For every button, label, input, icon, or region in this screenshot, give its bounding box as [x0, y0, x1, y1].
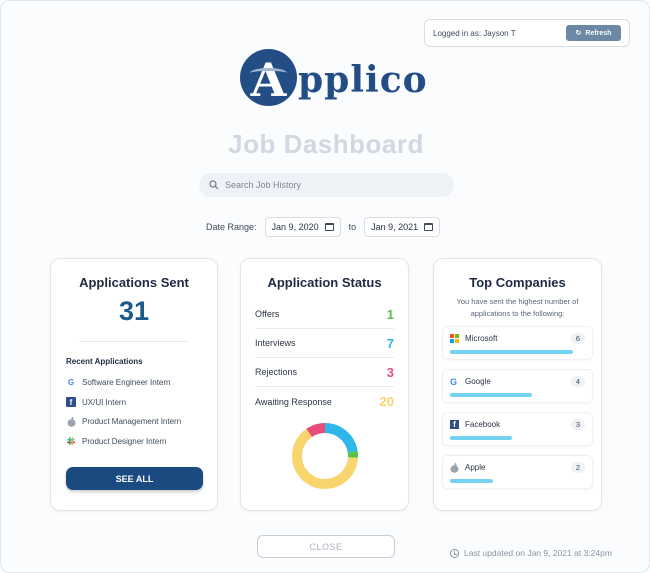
card-title: Applications Sent: [79, 275, 189, 290]
company-name: Facebook: [465, 420, 501, 429]
apple-icon: [450, 462, 459, 473]
facebook-icon: f: [66, 397, 76, 408]
date-range: Date Range: Jan 9, 2020 to Jan 9, 2021: [206, 217, 441, 237]
refresh-label: Refresh: [585, 29, 612, 37]
dashboard-window: Logged in as: Jayson T ↻ Refresh A pplic…: [0, 0, 650, 573]
close-button[interactable]: CLOSE: [257, 535, 395, 558]
status-row-offers: Offers 1: [255, 300, 394, 329]
date-range-label: Date Range:: [206, 222, 257, 232]
company-row-apple[interactable]: Apple 2: [442, 455, 593, 489]
last-updated: Last updated on Jan 9, 2021 at 3:24pm: [450, 548, 612, 558]
status-label: Offers: [255, 309, 280, 319]
status-row-rejections: Rejections 3: [255, 358, 394, 387]
card-title: Top Companies: [469, 275, 566, 290]
calendar-icon: [424, 223, 434, 231]
google-icon: G: [450, 376, 458, 387]
facebook-icon: f: [450, 420, 459, 429]
microsoft-icon: [450, 334, 459, 343]
card-title: Application Status: [267, 275, 382, 290]
slack-icon: [66, 436, 76, 446]
search-icon: [209, 180, 219, 190]
list-item[interactable]: f UX/UI Intern: [66, 393, 217, 413]
login-status-box: Logged in as: Jayson T ↻ Refresh: [424, 19, 630, 47]
company-count: 4: [570, 376, 585, 387]
apple-icon: [66, 416, 76, 427]
calendar-icon: [324, 223, 334, 231]
logo-emblem: A: [240, 49, 297, 106]
status-row-interviews: Interviews 7: [255, 329, 394, 358]
company-bar: [450, 393, 533, 397]
list-item-label: Product Designer Intern: [82, 436, 167, 446]
status-label: Rejections: [255, 367, 298, 377]
divider: [79, 341, 189, 342]
search-bar[interactable]: [199, 173, 454, 197]
company-count: 2: [570, 462, 585, 473]
list-item[interactable]: G Software Engineer Intern: [66, 373, 217, 393]
date-range-separator: to: [348, 222, 357, 232]
list-item-label: UX/UI Intern: [82, 397, 127, 407]
date-to-value: Jan 9, 2021: [371, 222, 419, 232]
company-name: Apple: [465, 463, 486, 472]
search-input[interactable]: [225, 180, 435, 190]
date-from-value: Jan 9, 2020: [271, 222, 319, 232]
date-from-picker[interactable]: Jan 9, 2020: [264, 217, 341, 237]
company-bar: [450, 479, 494, 483]
logo-book-icon: [250, 68, 287, 78]
status-value: 3: [386, 364, 394, 380]
company-bar: [450, 436, 512, 440]
status-label: Awaiting Response: [255, 396, 332, 407]
status-value: 20: [379, 394, 394, 409]
application-status-card: Application Status Offers 1 Interviews 7…: [240, 258, 409, 511]
company-count: 3: [570, 419, 585, 430]
company-bar: [450, 350, 573, 354]
logo-wordmark: pplico: [298, 58, 428, 101]
company-row-google[interactable]: G Google 4: [442, 369, 593, 403]
top-companies-subtitle: You have sent the highest number of appl…: [456, 297, 579, 318]
top-companies-card: Top Companies You have sent the highest …: [433, 258, 602, 511]
date-to-picker[interactable]: Jan 9, 2021: [364, 217, 441, 237]
company-count: 6: [570, 333, 585, 344]
logged-in-text: Logged in as: Jayson T: [433, 28, 516, 38]
status-donut-chart: [292, 423, 358, 489]
google-icon: G: [67, 378, 75, 388]
status-label: Interviews: [255, 338, 296, 348]
company-name: Google: [465, 377, 491, 386]
list-item[interactable]: Product Management Intern: [66, 412, 217, 432]
list-item[interactable]: Product Designer Intern: [66, 432, 217, 452]
last-updated-text: Last updated on Jan 9, 2021 at 3:24pm: [464, 548, 612, 558]
status-row-awaiting: Awaiting Response 20: [255, 387, 394, 416]
applications-count: 31: [118, 296, 150, 326]
page-title: Job Dashboard: [228, 129, 424, 159]
refresh-button[interactable]: ↻ Refresh: [566, 25, 621, 41]
logo-letter: A: [250, 52, 287, 107]
status-value: 7: [386, 335, 394, 351]
clock-icon: [450, 548, 459, 558]
list-item-label: Software Engineer Intern: [82, 378, 171, 388]
status-value: 1: [386, 306, 394, 322]
company-name: Microsoft: [465, 334, 498, 343]
recent-applications-list: G Software Engineer Intern f UX/UI Inter…: [66, 373, 217, 451]
company-list: Microsoft 6 G Google 4 f Facebook 3 Appl…: [442, 326, 593, 489]
applications-sent-card: Applications Sent 31 Recent Applications…: [50, 258, 218, 511]
recent-applications-title: Recent Applications: [66, 357, 143, 366]
applico-logo: A pplico: [240, 49, 428, 106]
company-row-facebook[interactable]: f Facebook 3: [442, 412, 593, 446]
list-item-label: Product Management Intern: [82, 417, 182, 427]
status-list: Offers 1 Interviews 7 Rejections 3 Await…: [255, 300, 394, 416]
see-all-button[interactable]: SEE ALL: [66, 467, 203, 490]
company-row-microsoft[interactable]: Microsoft 6: [442, 326, 593, 360]
refresh-icon: ↻: [575, 30, 582, 37]
